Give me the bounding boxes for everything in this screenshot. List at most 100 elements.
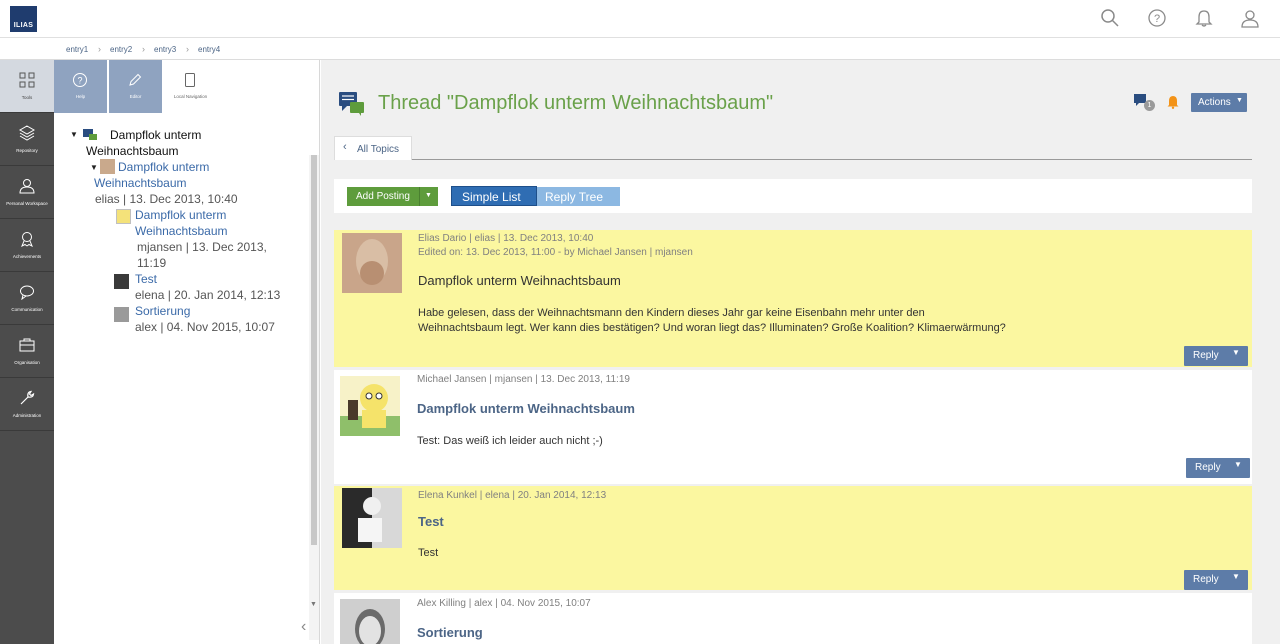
posting-text-line: Habe gelesen, dass der Weihnachtsmann de… xyxy=(418,307,925,319)
add-posting-button[interactable]: Add Posting ▼ xyxy=(347,187,438,206)
view-simple-list[interactable]: Simple List xyxy=(451,186,537,206)
add-posting-label: Add Posting xyxy=(356,191,410,202)
breadcrumb-entry2[interactable]: entry2 xyxy=(110,45,132,54)
breadcrumb-entry3[interactable]: entry3 xyxy=(154,45,176,54)
chevron-right-icon: › xyxy=(142,44,145,54)
breadcrumb-entry1[interactable]: entry1 xyxy=(66,45,88,54)
scrollbar-thumb[interactable] xyxy=(311,155,317,545)
posting-author[interactable]: Michael Jansen xyxy=(417,374,486,385)
posting-title: Test xyxy=(418,514,444,529)
breadcrumb: entry1 › entry2 › entry3 › entry4 xyxy=(0,38,1280,60)
caret-down-icon[interactable]: ▼ xyxy=(1232,572,1240,581)
tree-node-link[interactable]: Sortierung xyxy=(135,304,190,318)
tree-root-title[interactable]: Dampflok unterm Weihnachtsbaum xyxy=(86,127,276,159)
layers-icon xyxy=(19,125,35,141)
user-avatar-icon[interactable] xyxy=(1240,8,1260,28)
main-content: Thread "Dampflok unterm Weihnachtsbaum" … xyxy=(321,60,1280,644)
mainbar-item-personal-workspace[interactable]: Personal Workspace xyxy=(0,166,54,219)
tree-node-link[interactable]: Test xyxy=(135,272,157,286)
tab-all-topics[interactable]: ‹ All Topics xyxy=(334,136,412,160)
avatar xyxy=(114,307,129,322)
reply-button[interactable]: Reply ▼ xyxy=(1186,458,1250,478)
help-icon: ? xyxy=(73,73,87,87)
notification-bell-icon[interactable] xyxy=(1194,8,1214,28)
posting-title: Dampflok unterm Weihnachtsbaum xyxy=(417,401,635,416)
tree-node-link[interactable]: Dampflok unterm Weihnachtsbaum xyxy=(94,160,209,190)
reply-label: Reply xyxy=(1195,462,1221,473)
posting-date: 13. Dec 2013, 11:19 xyxy=(540,374,630,385)
all-topics-label: All Topics xyxy=(357,144,400,155)
tab-divider xyxy=(334,159,1252,160)
pencil-icon xyxy=(129,73,142,86)
chevron-right-icon: › xyxy=(98,44,101,54)
reply-button[interactable]: Reply ▼ xyxy=(1184,570,1248,590)
posting-author[interactable]: Elena Kunkel xyxy=(418,490,477,501)
tree-node-title[interactable]: Test xyxy=(135,271,157,287)
reply-button[interactable]: Reply ▼ xyxy=(1184,346,1248,366)
mainbar-item-administration[interactable]: Administration xyxy=(0,378,54,431)
actions-dropdown[interactable]: Actions ▼ xyxy=(1191,93,1247,112)
collapse-triangle-icon[interactable]: ▼ xyxy=(70,130,78,139)
posting-author[interactable]: Elias Dario xyxy=(418,233,466,244)
posting-date: 04. Nov 2015, 10:07 xyxy=(500,598,591,609)
breadcrumb-entry4[interactable]: entry4 xyxy=(198,45,220,54)
main-bar: Tools Repository Personal Workspace Achi… xyxy=(0,60,54,644)
simple-list-label: Simple List xyxy=(462,190,521,204)
mainbar-label: Repository xyxy=(16,148,38,153)
scroll-down-icon[interactable]: ▼ xyxy=(310,601,317,608)
reply-label: Reply xyxy=(1193,574,1219,585)
tree-node-title[interactable]: Dampflok unterm Weihnachtsbaum xyxy=(135,207,265,239)
view-reply-tree[interactable]: Reply Tree xyxy=(537,187,620,206)
tree-node-meta: elena | 20. Jan 2014, 12:13 xyxy=(135,288,281,302)
posting-author-meta: Alex Killing | alex | 04. Nov 2015, 10:0… xyxy=(417,598,591,609)
reply-tree-label: Reply Tree xyxy=(545,190,604,204)
mainbar-label: Organisation xyxy=(14,360,40,365)
posting-author-meta: Elena Kunkel | elena | 20. Jan 2014, 12:… xyxy=(418,490,607,501)
tab-label: Help xyxy=(75,94,86,99)
top-bar: ILIAS ? xyxy=(0,0,1280,38)
mainbar-item-tools[interactable]: Tools xyxy=(0,60,54,113)
forum-posting: Elena Kunkel | elena | 20. Jan 2014, 12:… xyxy=(334,486,1252,590)
posting-author-meta: Michael Jansen | mjansen | 13. Dec 2013,… xyxy=(417,374,630,385)
chevron-right-icon: › xyxy=(186,44,189,54)
mainbar-label: Communication xyxy=(11,307,43,312)
mainbar-item-communication[interactable]: Communication xyxy=(0,272,54,325)
award-icon xyxy=(21,232,33,247)
posting-author-meta: Elias Dario | elias | 13. Dec 2013, 10:4… xyxy=(418,233,594,244)
tab-local-navigation[interactable]: Local Navigation xyxy=(164,60,217,113)
posting-date: 20. Jan 2014, 12:13 xyxy=(517,490,607,501)
notification-bell-icon[interactable] xyxy=(1167,95,1179,109)
mainbar-item-achievements[interactable]: Achievements xyxy=(0,219,54,272)
tab-help[interactable]: ? Help xyxy=(54,60,107,113)
svg-text:?: ? xyxy=(1154,13,1160,25)
document-icon xyxy=(185,73,195,87)
help-icon[interactable]: ? xyxy=(1147,8,1167,28)
avatar xyxy=(342,233,402,293)
avatar xyxy=(116,209,131,224)
posting-login[interactable]: alex xyxy=(474,598,492,609)
caret-down-icon[interactable]: ▼ xyxy=(1232,348,1240,357)
mainbar-label: Achievements xyxy=(12,254,42,259)
tree-node-title[interactable]: Dampflok unterm Weihnachtsbaum xyxy=(94,159,294,191)
mainbar-label: Personal Workspace xyxy=(6,201,48,206)
posting-author[interactable]: Alex Killing xyxy=(417,598,466,609)
tree-node-title[interactable]: Sortierung xyxy=(135,303,190,319)
posting-title: Sortierung xyxy=(417,625,483,640)
search-icon[interactable] xyxy=(1100,8,1120,28)
posting-title: Dampflok unterm Weihnachtsbaum xyxy=(418,273,621,288)
posting-date: 13. Dec 2013, 10:40 xyxy=(503,233,594,244)
posting-login[interactable]: mjansen xyxy=(495,374,533,385)
caret-down-icon[interactable]: ▼ xyxy=(425,192,432,199)
mainbar-item-organisation[interactable]: Organisation xyxy=(0,325,54,378)
posting-login[interactable]: elena xyxy=(485,490,509,501)
posting-login[interactable]: elias xyxy=(475,233,496,244)
ilias-logo[interactable]: ILIAS xyxy=(10,6,37,32)
caret-down-icon[interactable]: ▼ xyxy=(1234,460,1242,469)
tree-node-meta: mjansen | 13. Dec 2013, 11:19 xyxy=(137,240,267,270)
mainbar-label: Administration xyxy=(12,413,42,418)
tab-editor[interactable]: Editor xyxy=(109,60,162,113)
collapse-slate-icon[interactable]: ‹ xyxy=(301,618,306,636)
notification-count-badge: 1 xyxy=(1144,100,1155,111)
tree-node-link[interactable]: Dampflok unterm Weihnachtsbaum xyxy=(135,208,228,238)
mainbar-item-repository[interactable]: Repository xyxy=(0,113,54,166)
